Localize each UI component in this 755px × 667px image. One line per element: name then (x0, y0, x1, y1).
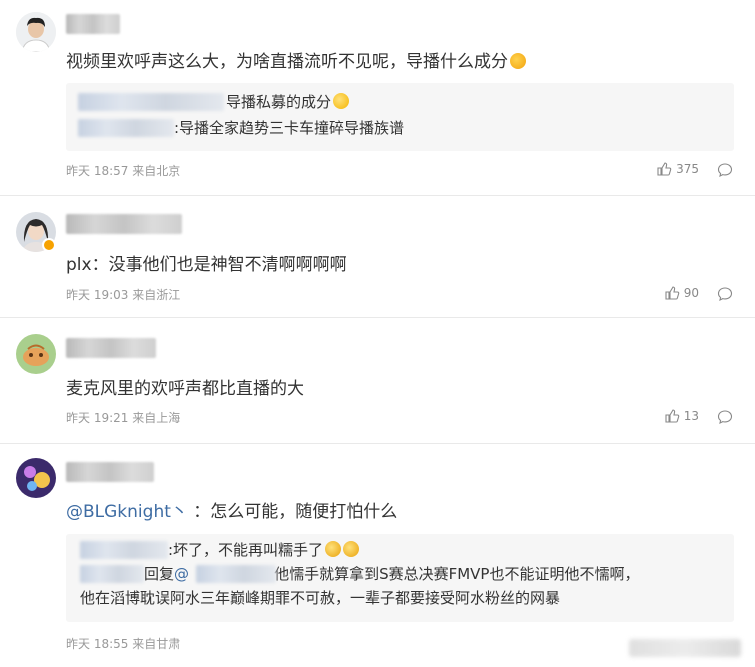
watermark-blurred (629, 639, 741, 657)
reply-line: 他在滔博耽误阿水三年巅峰期罪不可赦，一辈子都要接受阿水粉丝的网暴 (80, 589, 561, 607)
username-blurred[interactable] (66, 338, 156, 358)
comment-bubble-icon[interactable] (717, 162, 733, 178)
comment-text: plx：没事他们也是神智不清啊啊啊啊 (66, 255, 347, 275)
timestamp: 昨天 19:03 (66, 288, 129, 302)
user-avatar[interactable] (16, 458, 56, 498)
like-button[interactable]: 13 (664, 408, 699, 424)
comment-4: @BLGknight丶 ：怎么可能，随便打怕什么 :坏了，不能再叫糯手了 回复@… (0, 444, 755, 667)
like-button[interactable]: 90 (664, 285, 699, 301)
comment-meta: 昨天 19:03 来自浙江 (66, 286, 180, 303)
emoji-icon (333, 93, 350, 109)
thumbs-up-icon (665, 286, 680, 300)
location: 来自北京 (132, 164, 181, 178)
username-blurred[interactable] (66, 14, 120, 34)
like-button[interactable]: 375 (656, 161, 699, 177)
comment-bubble-icon[interactable] (717, 286, 733, 302)
comment-meta: 昨天 18:55 来自甘肃 (66, 635, 180, 652)
thumbs-up-icon (657, 162, 672, 176)
mention-link[interactable]: @ (174, 565, 189, 583)
user-avatar[interactable] (16, 12, 56, 52)
thumbs-up-icon (665, 409, 680, 423)
comment-text: @BLGknight丶 ：怎么可能，随便打怕什么 (66, 502, 398, 522)
quoted-replies: :坏了，不能再叫糯手了 回复@:他懦手就算拿到S赛总决赛FMVP也不能证明他不懦… (66, 534, 734, 622)
like-count: 375 (676, 162, 699, 176)
username-blurred[interactable] (78, 93, 224, 111)
username-blurred[interactable] (80, 565, 144, 583)
emoji-icon (343, 541, 360, 557)
reply-line: :坏了，不能再叫糯手了 (168, 539, 360, 560)
username-blurred[interactable] (66, 462, 154, 482)
timestamp: 昨天 19:21 (66, 411, 129, 425)
comment-text: 视频里欢呼声这么大，为啥直播流听不见呢，导播什么成分 (66, 47, 526, 72)
comment-bubble-icon[interactable] (717, 409, 733, 425)
like-count: 13 (683, 409, 699, 423)
emoji-icon (510, 53, 526, 69)
reply-line: :导播全家趋势三卡车撞碎导播族谱 (174, 119, 405, 137)
comment-2: plx：没事他们也是神智不清啊啊啊啊 昨天 19:03 来自浙江 90 (0, 196, 755, 318)
mention-link[interactable]: @BLGknight丶 (66, 502, 188, 522)
timestamp: 昨天 18:55 (66, 637, 129, 651)
quoted-replies: 导播私募的成分 :导播全家趋势三卡车撞碎导播族谱 (66, 83, 734, 151)
comment-meta: 昨天 19:21 来自上海 (66, 409, 180, 426)
location: 来自上海 (132, 411, 181, 425)
username-blurred[interactable] (80, 541, 168, 559)
username-blurred[interactable] (196, 565, 276, 583)
user-avatar[interactable] (16, 334, 56, 374)
username-blurred[interactable] (66, 214, 182, 234)
reply-line: 导播私募的成分 (226, 91, 350, 112)
location: 来自甘肃 (132, 637, 181, 651)
comment-meta: 昨天 18:57 来自北京 (66, 162, 180, 179)
comment-3: 麦克风里的欢呼声都比直播的大 昨天 19:21 来自上海 13 (0, 318, 755, 444)
like-count: 90 (683, 286, 699, 300)
verified-badge-icon (42, 238, 56, 252)
comment-text: 麦克风里的欢呼声都比直播的大 (66, 379, 304, 399)
timestamp: 昨天 18:57 (66, 164, 129, 178)
comment-1: 视频里欢呼声这么大，为啥直播流听不见呢，导播什么成分 导播私募的成分 :导播全家… (0, 0, 755, 196)
emoji-icon (325, 541, 342, 557)
location: 来自浙江 (132, 288, 181, 302)
username-blurred[interactable] (78, 119, 174, 137)
